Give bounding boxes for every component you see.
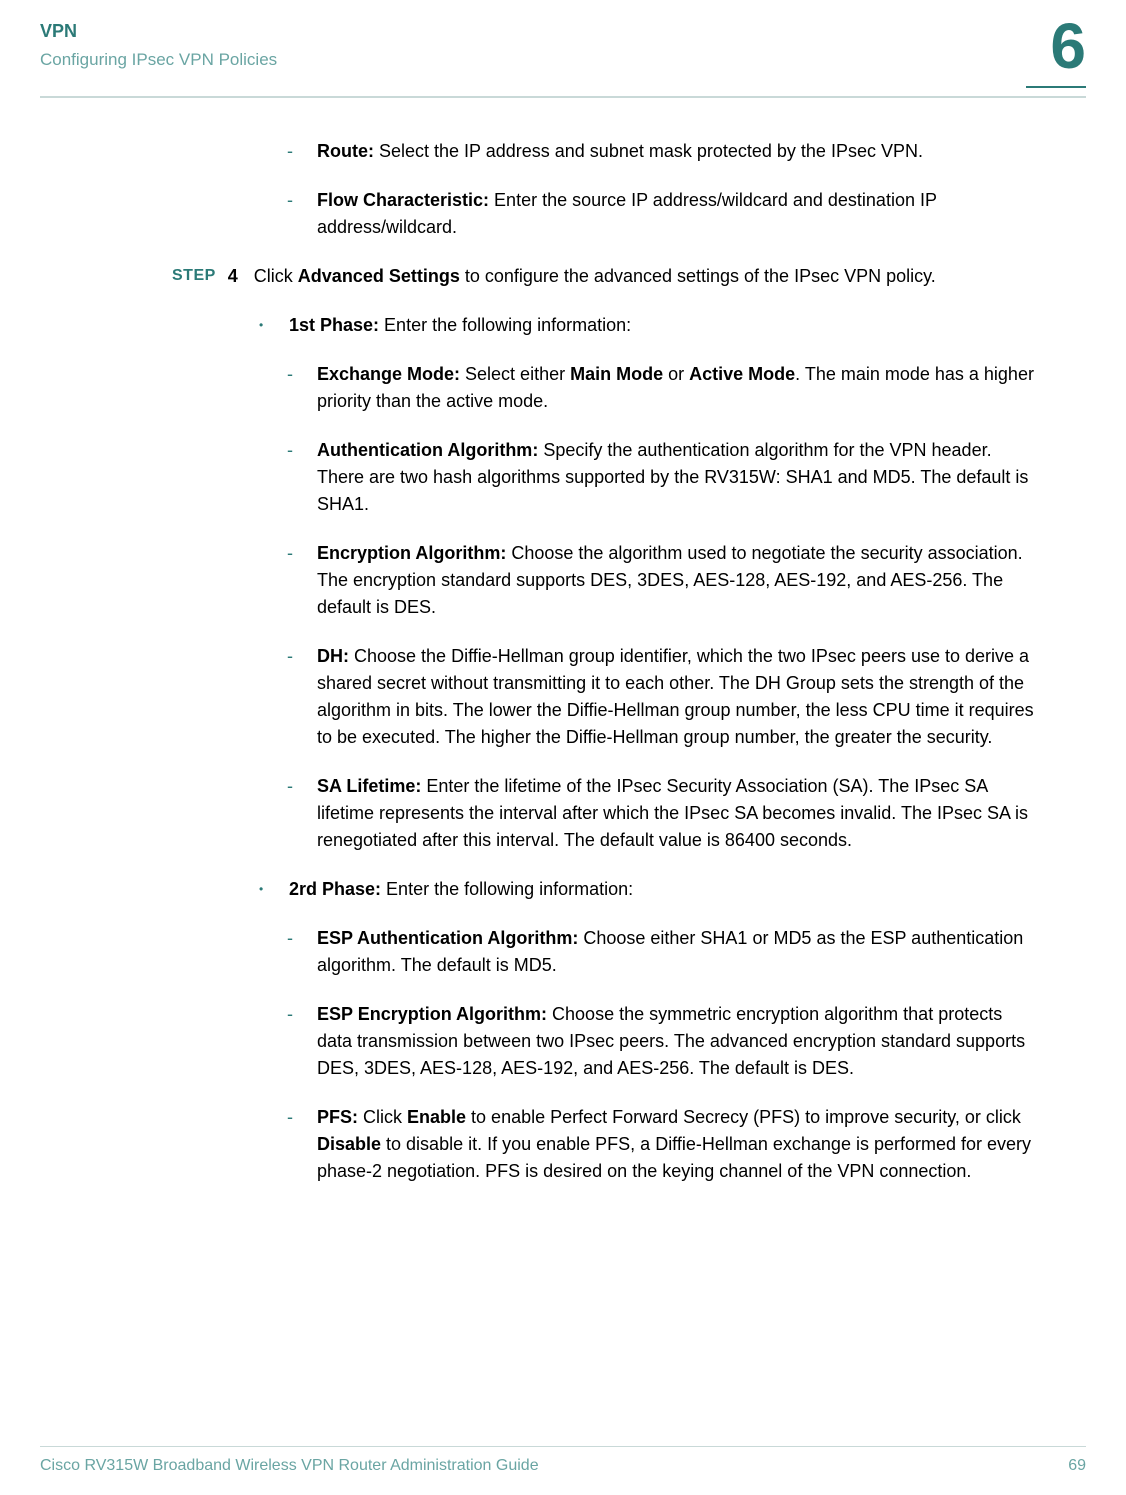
page-header: VPN Configuring IPsec VPN Policies 6 — [0, 0, 1126, 82]
dash-icon: - — [287, 187, 299, 241]
dash-icon: - — [287, 643, 299, 751]
dash-icon: - — [287, 925, 299, 979]
step-row: STEP 4 Click Advanced Settings to config… — [172, 263, 1036, 290]
phase-text-part: to enable Perfect Forward Secrecy (PFS) … — [466, 1107, 1021, 1127]
bullet-icon: • — [259, 312, 271, 339]
phase-sub-item: -DH: Choose the Diffie-Hellman group ide… — [287, 643, 1036, 751]
phase1-text: Enter the following information: — [379, 315, 631, 335]
phase-sub-item: -SA Lifetime: Enter the lifetime of the … — [287, 773, 1036, 854]
intro-bold: Flow Characteristic: — [317, 190, 489, 210]
phase-bold-part: SA Lifetime: — [317, 776, 421, 796]
phase2-text: Enter the following information: — [381, 879, 633, 899]
step-label: STEP — [172, 263, 216, 290]
dash-icon: - — [287, 138, 299, 165]
phase-sub-item: -Exchange Mode: Select either Main Mode … — [287, 361, 1036, 415]
phase-bold-part: Encryption Algorithm: — [317, 543, 506, 563]
step-pre: Click — [254, 266, 298, 286]
phase-bold-part: Authentication Algorithm: — [317, 440, 538, 460]
phase-bold-part: PFS: — [317, 1107, 358, 1127]
header-title: VPN — [40, 18, 277, 45]
phase-text-part: to disable it. If you enable PFS, a Diff… — [317, 1134, 1031, 1181]
dash-icon: - — [287, 540, 299, 621]
phase-sub-text: ESP Encryption Algorithm: Choose the sym… — [317, 1001, 1036, 1082]
phase-sub-item: -ESP Authentication Algorithm: Choose ei… — [287, 925, 1036, 979]
intro-rest: Select the IP address and subnet mask pr… — [374, 141, 923, 161]
chapter-number: 6 — [1050, 14, 1086, 78]
header-left: VPN Configuring IPsec VPN Policies — [40, 18, 277, 73]
phase-bold-part: ESP Authentication Algorithm: — [317, 928, 578, 948]
step-bold: Advanced Settings — [298, 266, 460, 286]
chapter-underline — [1026, 86, 1086, 88]
page-footer: Cisco RV315W Broadband Wireless VPN Rout… — [40, 1446, 1086, 1475]
phase-sub-text: SA Lifetime: Enter the lifetime of the I… — [317, 773, 1036, 854]
page-content: -Route: Select the IP address and subnet… — [0, 98, 1126, 1185]
intro-sub-text: Route: Select the IP address and subnet … — [317, 138, 1036, 165]
phase-sub-item: -Authentication Algorithm: Specify the a… — [287, 437, 1036, 518]
intro-bold: Route: — [317, 141, 374, 161]
phase1-heading: 1st Phase: Enter the following informati… — [289, 312, 1036, 339]
phase-sub-item: -PFS: Click Enable to enable Perfect For… — [287, 1104, 1036, 1185]
step-post: to configure the advanced settings of th… — [460, 266, 936, 286]
phase-text-part: Click — [358, 1107, 407, 1127]
phase-bold-part: Enable — [407, 1107, 466, 1127]
step-text: Click Advanced Settings to configure the… — [254, 263, 1036, 290]
intro-sub-item: -Route: Select the IP address and subnet… — [287, 138, 1036, 165]
phase-sub-text: DH: Choose the Diffie-Hellman group iden… — [317, 643, 1036, 751]
phase-bold-part: DH: — [317, 646, 349, 666]
dash-icon: - — [287, 773, 299, 854]
phase-sub-text: Encryption Algorithm: Choose the algorit… — [317, 540, 1036, 621]
phase-sub-text: ESP Authentication Algorithm: Choose eit… — [317, 925, 1036, 979]
footer-page-number: 69 — [1068, 1457, 1086, 1475]
phase-sub-item: -ESP Encryption Algorithm: Choose the sy… — [287, 1001, 1036, 1082]
phase1-bullet: • 1st Phase: Enter the following informa… — [259, 312, 1036, 339]
phase-sub-text: PFS: Click Enable to enable Perfect Forw… — [317, 1104, 1036, 1185]
dash-icon: - — [287, 437, 299, 518]
phase-bold-part: Active Mode — [689, 364, 795, 384]
phase-sub-text: Exchange Mode: Select either Main Mode o… — [317, 361, 1036, 415]
phase-bold-part: Disable — [317, 1134, 381, 1154]
dash-icon: - — [287, 1001, 299, 1082]
intro-sub-text: Flow Characteristic: Enter the source IP… — [317, 187, 1036, 241]
phase-sub-item: -Encryption Algorithm: Choose the algori… — [287, 540, 1036, 621]
phase-bold-part: Main Mode — [570, 364, 663, 384]
phase2-heading: 2rd Phase: Enter the following informati… — [289, 876, 1036, 903]
phase-sub-text: Authentication Algorithm: Specify the au… — [317, 437, 1036, 518]
phase2-bullet: • 2rd Phase: Enter the following informa… — [259, 876, 1036, 903]
dash-icon: - — [287, 361, 299, 415]
header-subtitle: Configuring IPsec VPN Policies — [40, 47, 277, 73]
phase-bold-part: ESP Encryption Algorithm: — [317, 1004, 547, 1024]
phase-bold-part: Exchange Mode: — [317, 364, 460, 384]
phase2-bold: 2rd Phase: — [289, 879, 381, 899]
phase-text-part: Choose the Diffie-Hellman group identifi… — [317, 646, 1034, 747]
bullet-icon: • — [259, 876, 271, 903]
phase-text-part: or — [663, 364, 689, 384]
dash-icon: - — [287, 1104, 299, 1185]
phase-text-part: Enter the lifetime of the IPsec Security… — [317, 776, 1028, 850]
phase-text-part: Select either — [460, 364, 570, 384]
footer-left: Cisco RV315W Broadband Wireless VPN Rout… — [40, 1457, 539, 1475]
intro-sub-item: -Flow Characteristic: Enter the source I… — [287, 187, 1036, 241]
phase1-bold: 1st Phase: — [289, 315, 379, 335]
step-number: 4 — [228, 263, 242, 290]
